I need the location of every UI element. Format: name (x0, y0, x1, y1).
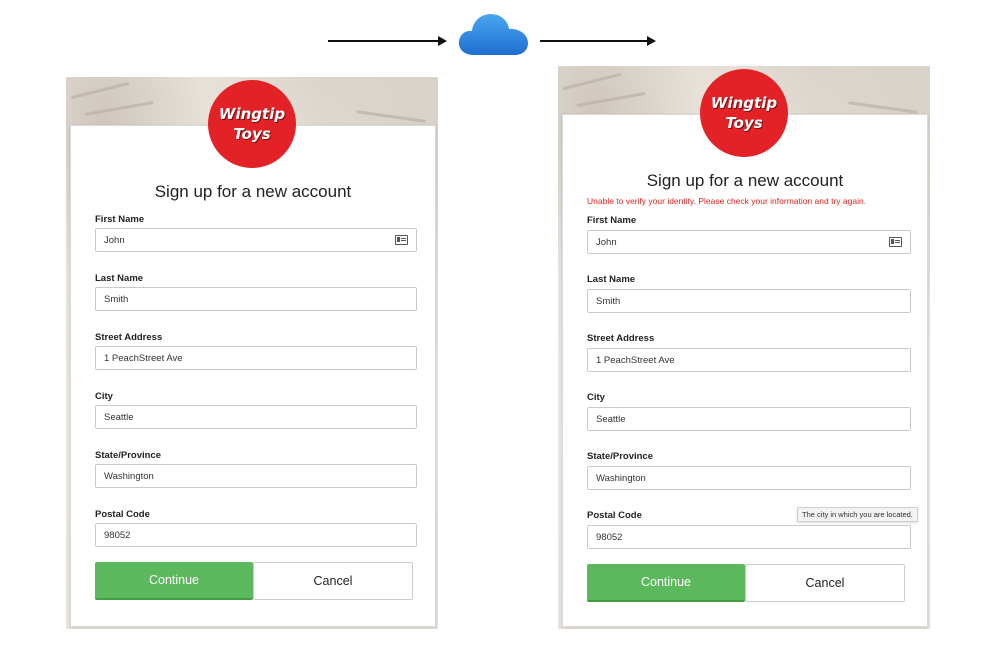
signup-panel-before: Sign up for a new account First Name Joh… (66, 77, 438, 629)
label-street-address: Street Address (587, 333, 655, 344)
city-field[interactable]: Seattle (587, 407, 911, 431)
first-name-value: John (104, 234, 125, 246)
label-first-name: First Name (95, 214, 145, 225)
state-province-field[interactable]: Washington (95, 464, 417, 488)
cancel-button[interactable]: Cancel (745, 564, 905, 602)
label-last-name: Last Name (95, 273, 144, 284)
signup-card: Sign up for a new account Unable to veri… (562, 114, 928, 627)
last-name-value: Smith (104, 293, 129, 305)
last-name-field[interactable]: Smith (587, 289, 911, 313)
label-state-province: State/Province (95, 450, 161, 461)
page-title: Sign up for a new account (646, 171, 844, 190)
postal-code-value: 98052 (596, 531, 623, 543)
city-value: Seattle (104, 411, 134, 423)
wingtip-toys-logo: Wingtip Toys (700, 69, 788, 157)
state-province-field[interactable]: Washington (587, 466, 911, 490)
last-name-field[interactable]: Smith (95, 287, 417, 311)
street-address-field[interactable]: 1 PeachStreet Ave (587, 348, 911, 372)
first-name-field[interactable]: John (587, 230, 911, 254)
postal-code-value: 98052 (104, 529, 131, 541)
street-address-field[interactable]: 1 PeachStreet Ave (95, 346, 417, 370)
state-province-value: Washington (596, 472, 646, 484)
contact-card-icon[interactable] (889, 237, 902, 247)
street-address-value: 1 PeachStreet Ave (596, 354, 675, 366)
logo-line-2: Toys (233, 125, 271, 143)
label-postal-code: Postal Code (95, 509, 150, 520)
logo-line-1: Wingtip (710, 94, 778, 112)
wingtip-toys-logo: Wingtip Toys (208, 80, 296, 168)
postal-code-field[interactable]: 98052 (587, 525, 911, 549)
first-name-field[interactable]: John (95, 228, 417, 252)
last-name-value: Smith (596, 295, 621, 307)
error-message: Unable to verify your identity. Please c… (587, 196, 867, 206)
label-city: City (587, 392, 605, 403)
street-address-value: 1 PeachStreet Ave (104, 352, 183, 364)
city-tooltip: The city in which you are located. (797, 507, 918, 522)
city-value: Seattle (596, 413, 626, 425)
signup-panel-after: Sign up for a new account Unable to veri… (558, 66, 930, 629)
first-name-value: John (596, 236, 617, 248)
page-title: Sign up for a new account (154, 182, 352, 201)
cancel-button[interactable]: Cancel (253, 562, 413, 600)
label-postal-code: Postal Code (587, 510, 642, 521)
label-first-name: First Name (587, 215, 637, 226)
continue-button[interactable]: Continue (95, 562, 253, 600)
label-city: City (95, 391, 113, 402)
label-street-address: Street Address (95, 332, 163, 343)
flow-arrow-right (540, 36, 656, 46)
flow-arrow-left (328, 36, 447, 46)
city-field[interactable]: Seattle (95, 405, 417, 429)
postal-code-field[interactable]: 98052 (95, 523, 417, 547)
cloud-icon (458, 14, 528, 55)
label-last-name: Last Name (587, 274, 636, 285)
logo-line-2: Toys (725, 114, 763, 132)
state-province-value: Washington (104, 470, 154, 482)
contact-card-icon[interactable] (395, 235, 408, 245)
continue-button[interactable]: Continue (587, 564, 745, 602)
label-state-province: State/Province (587, 451, 653, 462)
logo-line-1: Wingtip (218, 105, 286, 123)
signup-card: Sign up for a new account First Name Joh… (70, 125, 436, 627)
